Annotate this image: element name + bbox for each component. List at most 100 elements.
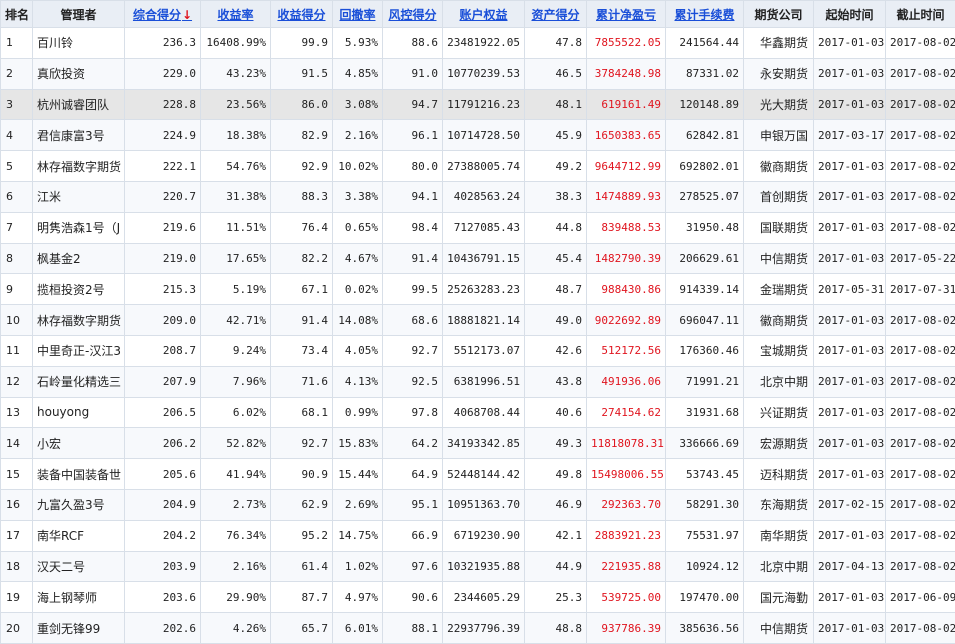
asset-score-cell: 46.9 (525, 489, 587, 520)
drawdown-cell: 14.75% (333, 520, 383, 551)
manager-link[interactable]: 小宏 (33, 428, 125, 459)
manager-link[interactable]: 枫基金2 (33, 243, 125, 274)
table-row[interactable]: 19海上钢琴师203.629.90%87.74.97%90.62344605.2… (1, 582, 955, 613)
manager-link[interactable]: houyong (33, 397, 125, 428)
table-row[interactable]: 14小宏206.252.82%92.715.83%64.234193342.85… (1, 428, 955, 459)
return-score-cell: 87.7 (271, 582, 333, 613)
table-row[interactable]: 3杭州诚睿团队228.823.56%86.03.08%94.711791216.… (1, 89, 955, 120)
start-date-cell: 2017-02-15 (814, 489, 886, 520)
manager-link[interactable]: 重剑无锋99 (33, 613, 125, 644)
table-row[interactable]: 13houyong206.56.02%68.10.99%97.84068708.… (1, 397, 955, 428)
table-header-row: 排名 管理者 综合得分↓ 收益率 收益得分 回撤率 风控得分 账户权益 资产得分… (1, 1, 955, 28)
header-risk-score-sort[interactable]: 风控得分 (383, 1, 443, 28)
manager-link[interactable]: 林存福数字期货 (33, 151, 125, 182)
risk-score-cell: 96.1 (383, 120, 443, 151)
manager-link[interactable]: 林存福数字期货 (33, 305, 125, 336)
return-cell: 43.23% (201, 58, 271, 89)
header-fee-sort[interactable]: 累计手续费 (666, 1, 744, 28)
manager-link[interactable]: 南华RCF (33, 520, 125, 551)
return-score-cell: 71.6 (271, 366, 333, 397)
return-cell: 18.38% (201, 120, 271, 151)
header-return-sort[interactable]: 收益率 (201, 1, 271, 28)
fee-cell: 241564.44 (666, 28, 744, 59)
table-row[interactable]: 6江米220.731.38%88.33.38%94.14028563.2438.… (1, 181, 955, 212)
manager-link[interactable]: 海上钢琴师 (33, 582, 125, 613)
header-pnl-sort[interactable]: 累计净盈亏 (587, 1, 666, 28)
risk-score-cell: 92.7 (383, 335, 443, 366)
table-body: 1百川铃236.316408.99%99.95.93%88.623481922.… (1, 28, 955, 644)
start-date-cell: 2017-01-03 (814, 58, 886, 89)
fee-cell: 31950.48 (666, 212, 744, 243)
score-cell: 205.6 (125, 459, 201, 490)
manager-link[interactable]: 君信康富3号 (33, 120, 125, 151)
start-date-cell: 2017-01-03 (814, 151, 886, 182)
equity-cell: 5512173.07 (443, 335, 525, 366)
company-cell: 中信期货 (744, 243, 814, 274)
manager-link[interactable]: 真欣投资 (33, 58, 125, 89)
table-row[interactable]: 15装备中国装备世205.641.94%90.915.44%64.9524481… (1, 459, 955, 490)
table-row[interactable]: 16九富久盈3号204.92.73%62.92.69%95.110951363.… (1, 489, 955, 520)
score-cell: 204.9 (125, 489, 201, 520)
manager-link[interactable]: 江米 (33, 181, 125, 212)
pnl-cell: 2883921.23 (587, 520, 666, 551)
pnl-cell: 15498006.55 (587, 459, 666, 490)
equity-cell: 10714728.50 (443, 120, 525, 151)
score-cell: 206.5 (125, 397, 201, 428)
drawdown-cell: 2.16% (333, 120, 383, 151)
table-row[interactable]: 10林存福数字期货209.042.71%91.414.08%68.6188818… (1, 305, 955, 336)
manager-link[interactable]: 杭州诚睿团队 (33, 89, 125, 120)
table-row[interactable]: 4君信康富3号224.918.38%82.92.16%96.110714728.… (1, 120, 955, 151)
table-row[interactable]: 20重剑无锋99202.64.26%65.76.01%88.122937796.… (1, 613, 955, 644)
table-row[interactable]: 17南华RCF204.276.34%95.214.75%66.96719230.… (1, 520, 955, 551)
manager-link[interactable]: 石岭量化精选三 (33, 366, 125, 397)
return-score-cell: 95.2 (271, 520, 333, 551)
manager-link[interactable]: 揽桓投资2号 (33, 274, 125, 305)
asset-score-cell: 45.9 (525, 120, 587, 151)
return-cell: 31.38% (201, 181, 271, 212)
manager-link[interactable]: 明隽浩森1号（J (33, 212, 125, 243)
start-date-cell: 2017-01-03 (814, 305, 886, 336)
score-cell: 203.6 (125, 582, 201, 613)
pnl-cell: 221935.88 (587, 551, 666, 582)
pnl-cell: 7855522.05 (587, 28, 666, 59)
header-asset-score-sort[interactable]: 资产得分 (525, 1, 587, 28)
asset-score-cell: 49.0 (525, 305, 587, 336)
return-score-cell: 82.9 (271, 120, 333, 151)
header-equity-sort[interactable]: 账户权益 (443, 1, 525, 28)
asset-score-cell: 44.9 (525, 551, 587, 582)
start-date-cell: 2017-01-03 (814, 28, 886, 59)
manager-link[interactable]: 百川铃 (33, 28, 125, 59)
company-cell: 金瑞期货 (744, 274, 814, 305)
manager-link[interactable]: 中里奇正-汉江3 (33, 335, 125, 366)
header-drawdown-sort[interactable]: 回撤率 (333, 1, 383, 28)
manager-link[interactable]: 九富久盈3号 (33, 489, 125, 520)
fee-cell: 87331.02 (666, 58, 744, 89)
manager-link[interactable]: 装备中国装备世 (33, 459, 125, 490)
rank-cell: 4 (1, 120, 33, 151)
header-return-score-sort[interactable]: 收益得分 (271, 1, 333, 28)
table-row[interactable]: 8枫基金2219.017.65%82.24.67%91.410436791.15… (1, 243, 955, 274)
pnl-cell: 292363.70 (587, 489, 666, 520)
rank-cell: 19 (1, 582, 33, 613)
end-date-cell: 2017-08-02 (886, 89, 955, 120)
drawdown-cell: 0.02% (333, 274, 383, 305)
table-row[interactable]: 12石岭量化精选三207.97.96%71.64.13%92.56381996.… (1, 366, 955, 397)
table-row[interactable]: 9揽桓投资2号215.35.19%67.10.02%99.525263283.2… (1, 274, 955, 305)
table-row[interactable]: 7明隽浩森1号（J219.611.51%76.40.65%98.47127085… (1, 212, 955, 243)
manager-link[interactable]: 汉天二号 (33, 551, 125, 582)
table-row[interactable]: 11中里奇正-汉江3208.79.24%73.44.05%92.75512173… (1, 335, 955, 366)
header-rank: 排名 (1, 1, 33, 28)
asset-score-cell: 48.1 (525, 89, 587, 120)
header-score-sort[interactable]: 综合得分↓ (125, 1, 201, 28)
risk-score-cell: 68.6 (383, 305, 443, 336)
equity-cell: 2344605.29 (443, 582, 525, 613)
return-cell: 2.16% (201, 551, 271, 582)
return-score-cell: 73.4 (271, 335, 333, 366)
table-row[interactable]: 5林存福数字期货222.154.76%92.910.02%80.02738800… (1, 151, 955, 182)
pnl-cell: 1482790.39 (587, 243, 666, 274)
table-row[interactable]: 1百川铃236.316408.99%99.95.93%88.623481922.… (1, 28, 955, 59)
asset-score-cell: 45.4 (525, 243, 587, 274)
table-row[interactable]: 2真欣投资229.043.23%91.54.85%91.010770239.53… (1, 58, 955, 89)
score-cell: 208.7 (125, 335, 201, 366)
table-row[interactable]: 18汉天二号203.92.16%61.41.02%97.610321935.88… (1, 551, 955, 582)
